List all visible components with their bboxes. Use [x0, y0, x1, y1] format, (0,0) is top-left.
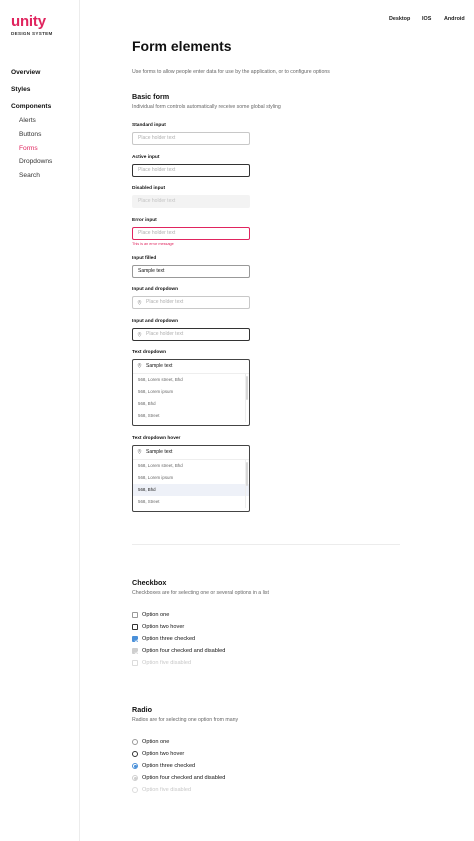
radio-option-two-hover[interactable]: Option two hover [132, 750, 184, 758]
text-dropdown-hover-value: Sample text [146, 449, 173, 455]
checkbox-box [132, 648, 139, 654]
brand-subtitle: DESIGN SYSTEM [11, 31, 53, 36]
dropdown-option[interactable]: 568, Street [133, 410, 249, 422]
dropdown-scrollbar[interactable] [246, 462, 248, 486]
sidebar-item-overview[interactable]: Overview [11, 69, 40, 76]
section-divider [132, 544, 400, 545]
radio-button[interactable] [132, 739, 138, 745]
text-dropdown-hover-label: Text dropdown hover [132, 436, 181, 441]
radio-button[interactable] [132, 751, 138, 757]
checkbox-option-two-hover[interactable]: Option two hover [132, 623, 184, 631]
radio-option-three-checked[interactable]: Option three checked [132, 762, 195, 770]
radio-option-one[interactable]: Option one [132, 738, 169, 746]
page-title: Form elements [132, 38, 232, 54]
sidebar-item-styles[interactable]: Styles [11, 86, 30, 93]
standard-input-label: Standard input [132, 123, 166, 128]
dropdown-option[interactable]: 568, Lorem ipsum [133, 386, 249, 398]
radio-label: Option four checked and disabled [142, 775, 226, 781]
checkbox-description: Checkboxes are for selecting one or seve… [132, 590, 269, 596]
radio-option-four-checked-disabled: Option four checked and disabled [132, 774, 225, 782]
page-description: Use forms to allow people enter data for… [132, 69, 330, 75]
standard-input[interactable]: Place holder text [132, 132, 250, 145]
input-dropdown-2-placeholder: Place holder text [146, 331, 184, 337]
checkbox-box[interactable] [132, 624, 138, 630]
location-pin-icon [137, 300, 142, 305]
basic-form-description: Individual form controls automatically r… [132, 104, 281, 110]
checkbox-label: Option two hover [142, 624, 185, 630]
radio-label: Option three checked [142, 763, 196, 769]
active-input-label: Active input [132, 155, 160, 160]
text-dropdown-hover[interactable]: Sample text 568, Lorem street, Bhd 568, … [132, 445, 250, 512]
text-dropdown-input[interactable]: Sample text [133, 360, 249, 373]
error-message: This is an error message [132, 242, 174, 246]
radio-description: Radios are for selecting one option from… [132, 717, 239, 723]
check-icon [133, 638, 139, 642]
error-input[interactable]: Place holder text [132, 227, 250, 240]
dropdown-option-hovered[interactable]: 568, Bhd [133, 484, 249, 496]
dropdown-option[interactable]: 568, Lorem street, Bhd [133, 460, 249, 472]
location-pin-icon [137, 449, 142, 454]
text-dropdown-hover-input[interactable]: Sample text [133, 446, 249, 459]
checkbox-option-four-checked-disabled: Option four checked and disabled [132, 647, 225, 655]
topnav-desktop[interactable]: Desktop [389, 16, 410, 22]
checkbox-option-one[interactable]: Option one [132, 611, 169, 619]
topnav-ios[interactable]: IOS [422, 16, 431, 22]
input-dropdown-label-2: Input and dropdown [132, 319, 179, 324]
dropdown-option[interactable]: 568, Street [133, 496, 249, 508]
filled-input[interactable]: Sample text [132, 265, 250, 278]
input-dropdown-1-placeholder: Place holder text [146, 299, 184, 305]
input-dropdown-label-1: Input and dropdown [132, 287, 179, 292]
basic-form-title: Basic form [132, 92, 170, 101]
checkbox-label: Option four checked and disabled [142, 648, 226, 654]
checkbox-option-three-checked[interactable]: Option three checked [132, 635, 195, 643]
checkbox-label: Option three checked [142, 636, 196, 642]
checkbox-title: Checkbox [132, 578, 167, 587]
filled-input-label: Input filled [132, 256, 157, 261]
radio-label: Option one [142, 739, 170, 745]
input-dropdown-2[interactable]: Place holder text [132, 328, 250, 341]
radio-button [132, 787, 138, 793]
text-dropdown-value: Sample text [146, 363, 173, 369]
disabled-input-label: Disabled input [132, 186, 166, 191]
disabled-input: Place holder text [132, 195, 250, 208]
sidebar-item-search[interactable]: Search [19, 172, 40, 179]
radio-button [132, 775, 138, 781]
location-pin-icon [137, 363, 142, 368]
error-input-label: Error input [132, 218, 157, 223]
text-dropdown[interactable]: Sample text 568, Lorem street, Bhd 568, … [132, 359, 250, 426]
check-icon [133, 650, 139, 654]
sidebar: unity DESIGN SYSTEM Overview Styles Comp… [0, 0, 80, 841]
radio-option-five-disabled: Option five disabled [132, 786, 191, 794]
text-dropdown-label: Text dropdown [132, 350, 167, 355]
sidebar-item-forms[interactable]: Forms [19, 145, 38, 152]
active-input[interactable]: Place holder text [132, 164, 250, 177]
brand-name: unity [11, 13, 46, 30]
checkbox-option-five-disabled: Option five disabled [132, 659, 191, 667]
location-pin-icon [137, 332, 142, 337]
checkbox-box[interactable] [132, 636, 139, 642]
dropdown-option[interactable]: 568, Lorem ipsum [133, 472, 249, 484]
sidebar-item-alerts[interactable]: Alerts [19, 117, 36, 124]
sidebar-item-dropdowns[interactable]: Dropdowns [19, 158, 52, 165]
dropdown-option[interactable]: 568, Bhd [133, 398, 249, 410]
radio-label: Option five disabled [142, 787, 192, 793]
brand-logo[interactable]: unity DESIGN SYSTEM [11, 13, 53, 37]
radio-button[interactable] [132, 763, 138, 769]
checkbox-label: Option five disabled [142, 660, 192, 666]
dropdown-scrollbar[interactable] [246, 376, 248, 400]
dropdown-option[interactable]: 568, Lorem street, Bhd [133, 374, 249, 386]
checkbox-label: Option one [142, 612, 170, 618]
checkbox-box[interactable] [132, 612, 138, 618]
text-dropdown-hover-list: 568, Lorem street, Bhd 568, Lorem ipsum … [133, 459, 249, 508]
checkbox-box [132, 660, 138, 666]
topnav-android[interactable]: Android [444, 16, 465, 22]
input-dropdown-1[interactable]: Place holder text [132, 296, 250, 309]
sidebar-item-components[interactable]: Components [11, 103, 51, 110]
radio-label: Option two hover [142, 751, 185, 757]
radio-title: Radio [132, 705, 152, 714]
sidebar-item-buttons[interactable]: Buttons [19, 131, 41, 138]
text-dropdown-list: 568, Lorem street, Bhd 568, Lorem ipsum … [133, 373, 249, 422]
